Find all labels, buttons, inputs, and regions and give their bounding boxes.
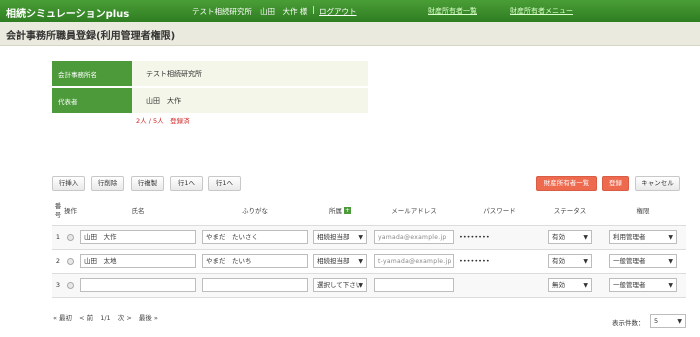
- row-select-radio[interactable]: [67, 257, 74, 265]
- role-select[interactable]: 一般管理者 ▼: [609, 278, 677, 292]
- status-select-value: 有効: [552, 233, 565, 241]
- role-select[interactable]: 一般管理者 ▼: [609, 254, 677, 268]
- top-header-bar: 相続シミュレーションplus テスト相続研究所 山田 大作 様 | ログアウト …: [0, 0, 700, 22]
- representative-value: 山田 大作: [146, 97, 181, 105]
- kana-input[interactable]: [202, 278, 308, 292]
- user-name: 山田 大作 様: [260, 7, 308, 16]
- chevron-down-icon: ▼: [583, 258, 588, 265]
- dept-select[interactable]: 相続担当部 ▼: [313, 254, 367, 268]
- page-size-label: 表示件数：: [612, 319, 645, 327]
- password-value: ••••••••: [459, 249, 540, 274]
- chevron-down-icon: ▼: [677, 318, 682, 325]
- page-title-bar: 会計事務所職員登録(利用管理者権限): [0, 22, 700, 46]
- chevron-down-icon: ▼: [583, 234, 588, 241]
- header-dept-label: 所属: [329, 206, 342, 215]
- chevron-down-icon: ▼: [668, 282, 673, 289]
- move-row-up-button[interactable]: 行1へ: [170, 176, 203, 191]
- name-input[interactable]: 山田 太地: [80, 254, 196, 268]
- header-role: 権限: [600, 198, 686, 226]
- header-dept: 所属 +: [311, 198, 369, 226]
- insert-row-button[interactable]: 行挿入: [52, 176, 85, 191]
- chevron-down-icon: ▼: [358, 234, 363, 241]
- dept-select-value: 相続担当部: [317, 257, 350, 265]
- representative-info-row: 代表者 山田 大作: [52, 88, 368, 113]
- chevron-down-icon: ▼: [668, 258, 673, 265]
- office-name-label: 会計事務所名: [52, 61, 132, 86]
- row-number: 2: [52, 249, 64, 274]
- chevron-down-icon: ▼: [583, 282, 588, 289]
- table-row: 2 山田 太地 やまだ たいち 相続担当部 ▼ t-yamada@example.…: [52, 249, 686, 274]
- role-select-value: 利用管理者: [613, 233, 646, 241]
- row-select-radio[interactable]: [67, 233, 74, 241]
- status-select[interactable]: 無効 ▼: [548, 278, 592, 292]
- page-size-value: 5: [654, 317, 659, 325]
- page-size-select[interactable]: 5 ▼: [650, 314, 686, 328]
- dept-select[interactable]: 選択して下さい ▼: [313, 278, 367, 292]
- header-separator: |: [312, 5, 315, 14]
- header-email: メールアドレス: [369, 198, 459, 226]
- email-input[interactable]: t-yamada@example.jp: [374, 254, 454, 268]
- pagination: « 最初 < 前 1/1 次 > 最後 »: [53, 312, 163, 322]
- row-select-radio[interactable]: [67, 281, 74, 289]
- office-info-row: 会計事務所名 テスト相続研究所: [52, 61, 368, 86]
- chevron-down-icon: ▼: [668, 234, 673, 241]
- pager-first-link[interactable]: « 最初: [53, 314, 72, 322]
- cancel-button[interactable]: キャンセル: [635, 176, 680, 191]
- table-row: 1 山田 大作 やまだ たいさく 相続担当部 ▼ yamada@example.j…: [52, 225, 686, 250]
- pager-prev-link[interactable]: < 前: [79, 314, 93, 322]
- registration-count: 2人 / 5人 登録済: [136, 117, 190, 125]
- role-select[interactable]: 利用管理者 ▼: [609, 230, 677, 244]
- representative-label: 代表者: [52, 88, 132, 113]
- header-operation: 操作: [64, 198, 77, 226]
- nav-owner-list-link[interactable]: 財産所有者一覧: [428, 6, 477, 16]
- email-input[interactable]: yamada@example.jp: [374, 230, 454, 244]
- name-input[interactable]: 山田 大作: [80, 230, 196, 244]
- table-row: 3 選択して下さい ▼ 無効 ▼ 一般管理者 ▼: [52, 273, 686, 298]
- header-kana: ふりがな: [199, 198, 311, 226]
- header-status: ステータス: [540, 198, 600, 226]
- header-name: 氏名: [77, 198, 199, 226]
- move-row-down-button[interactable]: 行1へ: [208, 176, 241, 191]
- nav-owner-menu-link[interactable]: 財産所有者メニュー: [510, 6, 573, 16]
- office-name: テスト相続研究所: [192, 7, 252, 16]
- logout-link[interactable]: ログアウト: [319, 6, 357, 17]
- name-input[interactable]: [80, 278, 196, 292]
- status-select-value: 有効: [552, 257, 565, 265]
- header-no: 番号: [52, 198, 64, 226]
- delete-row-button[interactable]: 行削除: [91, 176, 124, 191]
- register-button[interactable]: 登録: [602, 176, 629, 191]
- pager-page-indicator: 1/1: [100, 314, 111, 322]
- office-name-value: テスト相続研究所: [146, 70, 202, 78]
- dept-select[interactable]: 相続担当部 ▼: [313, 230, 367, 244]
- row-number: 1: [52, 225, 64, 250]
- status-select-value: 無効: [552, 281, 565, 289]
- chevron-down-icon: ▼: [358, 258, 363, 265]
- add-dept-plus-icon[interactable]: +: [344, 207, 351, 215]
- dept-select-value: 相続担当部: [317, 233, 350, 241]
- owner-list-button[interactable]: 財産所有者一覧: [536, 176, 597, 191]
- email-input[interactable]: [374, 278, 454, 292]
- copy-row-button[interactable]: 行複製: [131, 176, 164, 191]
- table-header-row: 番号 操作 氏名 ふりがな 所属 + メールアドレス パスワード ステータス 権限: [52, 198, 686, 226]
- header-password: パスワード: [459, 198, 540, 226]
- row-number: 3: [52, 273, 64, 298]
- role-select-value: 一般管理者: [613, 281, 646, 289]
- status-select[interactable]: 有効 ▼: [548, 230, 592, 244]
- role-select-value: 一般管理者: [613, 257, 646, 265]
- page-title: 会計事務所職員登録(利用管理者権限): [6, 31, 176, 42]
- status-select[interactable]: 有効 ▼: [548, 254, 592, 268]
- pager-last-link[interactable]: 最後 »: [139, 314, 158, 322]
- password-value: [459, 273, 540, 298]
- pager-next-link[interactable]: 次 >: [118, 314, 132, 322]
- kana-input[interactable]: やまだ たいさく: [202, 230, 308, 244]
- password-value: ••••••••: [459, 225, 540, 250]
- chevron-down-icon: ▼: [358, 282, 363, 289]
- app-title: 相続シミュレーションplus: [6, 9, 130, 20]
- kana-input[interactable]: やまだ たいち: [202, 254, 308, 268]
- staff-table: 番号 操作 氏名 ふりがな 所属 + メールアドレス パスワード ステータス 権限…: [52, 198, 686, 298]
- dept-select-value: 選択して下さい: [317, 281, 363, 289]
